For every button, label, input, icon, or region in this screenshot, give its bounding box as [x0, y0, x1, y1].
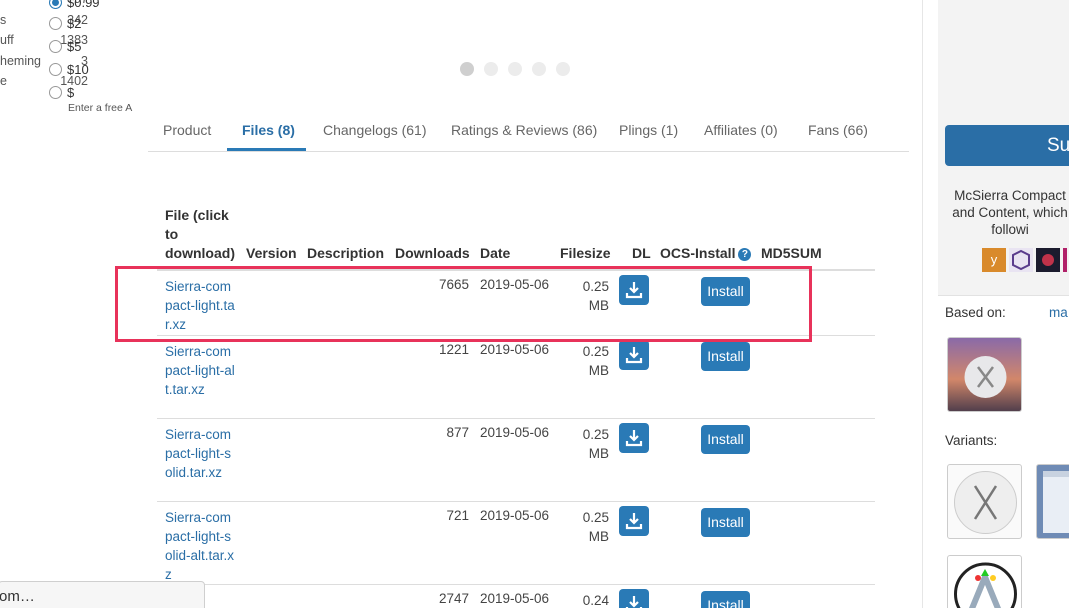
status-popup: om… [0, 581, 205, 608]
download-button[interactable] [619, 423, 649, 453]
promo-text: McSierra Compact and Content, which foll… [952, 188, 1068, 237]
variant-thumbnail[interactable] [947, 464, 1022, 539]
download-count: 2747 [438, 591, 469, 606]
install-button[interactable]: Install [701, 425, 750, 454]
variant-thumbnail[interactable] [947, 555, 1022, 608]
header-md5sum: MD5SUM [761, 245, 822, 261]
download-button[interactable] [619, 589, 649, 608]
install-button[interactable]: Install [701, 508, 750, 537]
radio-icon[interactable] [49, 63, 62, 76]
based-on-label: Based on: [945, 305, 1006, 320]
download-button[interactable] [619, 340, 649, 370]
file-date: 2019-05-06 [480, 342, 550, 357]
file-size: 0.25 MB [582, 510, 609, 544]
header-description: Description [307, 245, 385, 261]
help-icon[interactable]: ? [738, 248, 752, 261]
carousel-dot[interactable] [556, 62, 570, 76]
file-link[interactable]: Sierra-compact-light-solid.tar.xz [165, 425, 237, 482]
file-date: 2019-05-06 [480, 591, 550, 606]
download-count: 877 [446, 425, 469, 440]
based-on-link[interactable]: ma [1049, 305, 1068, 320]
variant-thumbnail[interactable] [1036, 464, 1069, 539]
carousel-dot[interactable] [484, 62, 498, 76]
carousel-dot[interactable] [508, 62, 522, 76]
file-link[interactable]: Sierra-compact-light-solid-alt.tar.xz [165, 508, 237, 584]
radio-icon[interactable] [49, 0, 62, 9]
file-size: 0.25 MB [582, 427, 609, 461]
supporter-avatar-icon[interactable] [1036, 248, 1060, 272]
download-count: 1221 [438, 342, 469, 357]
supporter-avatar-icon[interactable]: y [982, 248, 1006, 272]
amount-option[interactable]: $0.99 [49, 0, 100, 10]
radio-icon[interactable] [49, 86, 62, 99]
amount-option[interactable]: $10 [49, 62, 89, 77]
supporter-icons: y [982, 248, 1067, 272]
tab-ratings-reviews[interactable]: Ratings & Reviews (86) [451, 122, 597, 138]
install-button[interactable]: Install [701, 342, 750, 371]
row-divider [157, 584, 875, 585]
download-icon [625, 596, 643, 608]
file-date: 2019-05-06 [480, 425, 550, 440]
amount-option[interactable]: $2 [49, 16, 81, 31]
content-divider [922, 0, 923, 608]
tab-fans[interactable]: Fans (66) [808, 122, 868, 138]
tab-changelogs[interactable]: Changelogs (61) [323, 122, 427, 138]
carousel-dots [460, 62, 570, 76]
tab-files[interactable]: Files (8) [242, 122, 295, 138]
tab-plings[interactable]: Plings (1) [619, 122, 678, 138]
highlight-box [115, 266, 812, 342]
tab-product[interactable]: Product [163, 122, 211, 138]
free-amount-hint: Enter a free A [68, 102, 133, 114]
download-icon [625, 513, 643, 530]
support-button[interactable]: Su [945, 125, 1069, 166]
row-divider [157, 418, 875, 419]
based-on-thumbnail[interactable] [947, 337, 1022, 412]
file-size: 0.25 MB [582, 344, 609, 378]
file-date: 2019-05-06 [480, 508, 550, 523]
file-size: 0.24 [582, 593, 609, 608]
radio-icon[interactable] [49, 17, 62, 30]
amount-option[interactable]: $ [49, 85, 74, 100]
download-icon [625, 347, 643, 364]
carousel-dot-active[interactable] [460, 62, 474, 76]
header-dl: DL [632, 245, 651, 261]
amount-option[interactable]: $5 [49, 39, 81, 54]
install-button[interactable]: Install [701, 591, 750, 608]
radio-icon[interactable] [49, 40, 62, 53]
download-count: 721 [446, 508, 469, 523]
header-ocs-install: OCS-Install? [660, 244, 752, 263]
header-filesize: Filesize [560, 245, 611, 261]
header-version: Version [246, 245, 297, 261]
popup-text: om… [0, 588, 35, 605]
active-tab-indicator [227, 148, 306, 151]
header-file: File (click to download) [165, 207, 235, 261]
variants-label: Variants: [945, 433, 998, 448]
supporter-avatar-icon[interactable] [1063, 248, 1067, 272]
carousel-dot[interactable] [532, 62, 546, 76]
download-icon [625, 430, 643, 447]
tab-affiliates[interactable]: Affiliates (0) [704, 122, 778, 138]
header-date: Date [480, 245, 511, 261]
product-tabs: Product Files (8) Changelogs (61) Rating… [148, 110, 909, 152]
header-downloads: Downloads [395, 245, 470, 261]
row-divider [157, 501, 875, 502]
supporter-avatar-icon[interactable] [1009, 248, 1033, 272]
file-link[interactable]: Sierra-compact-light-alt.tar.xz [165, 342, 237, 399]
download-button[interactable] [619, 506, 649, 536]
